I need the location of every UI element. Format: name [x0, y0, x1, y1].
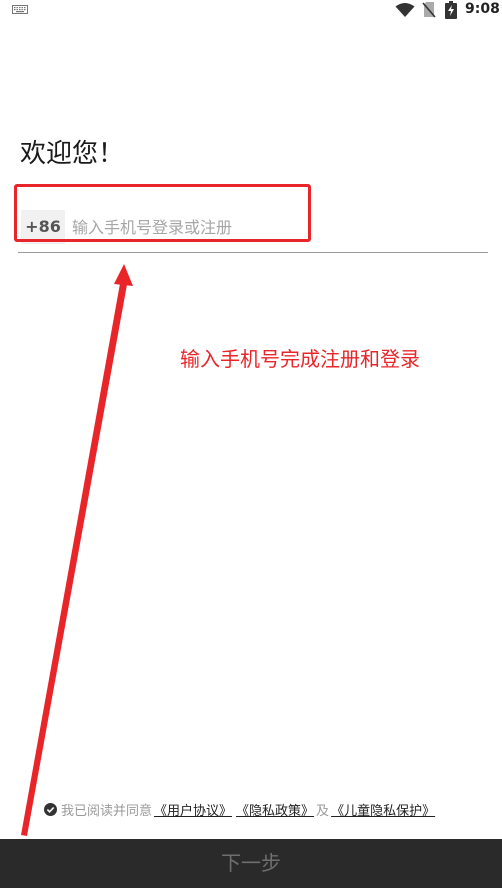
- privacy-policy-link[interactable]: 《隐私政策》: [234, 800, 316, 819]
- annotation-arrow: [21, 264, 133, 836]
- no-sim-icon: [422, 2, 436, 18]
- status-bar: 9:08: [0, 0, 502, 20]
- page-title: 欢迎您！: [20, 139, 125, 169]
- status-time: 9:08: [465, 1, 500, 17]
- agreement-prefix: 我已阅读并同意: [61, 803, 153, 819]
- user-agreement-link[interactable]: 《用户协议》: [152, 800, 234, 819]
- login-screen: 9:08 欢迎您！ +86 输入手机号完成注册和登录 我已阅读并同意 《用户协议…: [0, 0, 502, 888]
- agreement-row: 我已阅读并同意 《用户协议》 《隐私政策》 及 《儿童隐私保护》: [44, 798, 437, 820]
- next-step-button[interactable]: 下一步: [0, 839, 502, 888]
- battery-charging-icon: [445, 1, 457, 19]
- annotation-text: 输入手机号完成注册和登录: [180, 347, 420, 371]
- annotation-highlight-box: [14, 184, 311, 242]
- input-underline: [18, 252, 488, 253]
- agreement-conjunction: 及: [316, 803, 330, 819]
- child-privacy-link[interactable]: 《儿童隐私保护》: [329, 800, 437, 819]
- keyboard-icon: [12, 5, 28, 14]
- check-circle-icon[interactable]: [44, 802, 57, 816]
- wifi-icon: [395, 3, 415, 17]
